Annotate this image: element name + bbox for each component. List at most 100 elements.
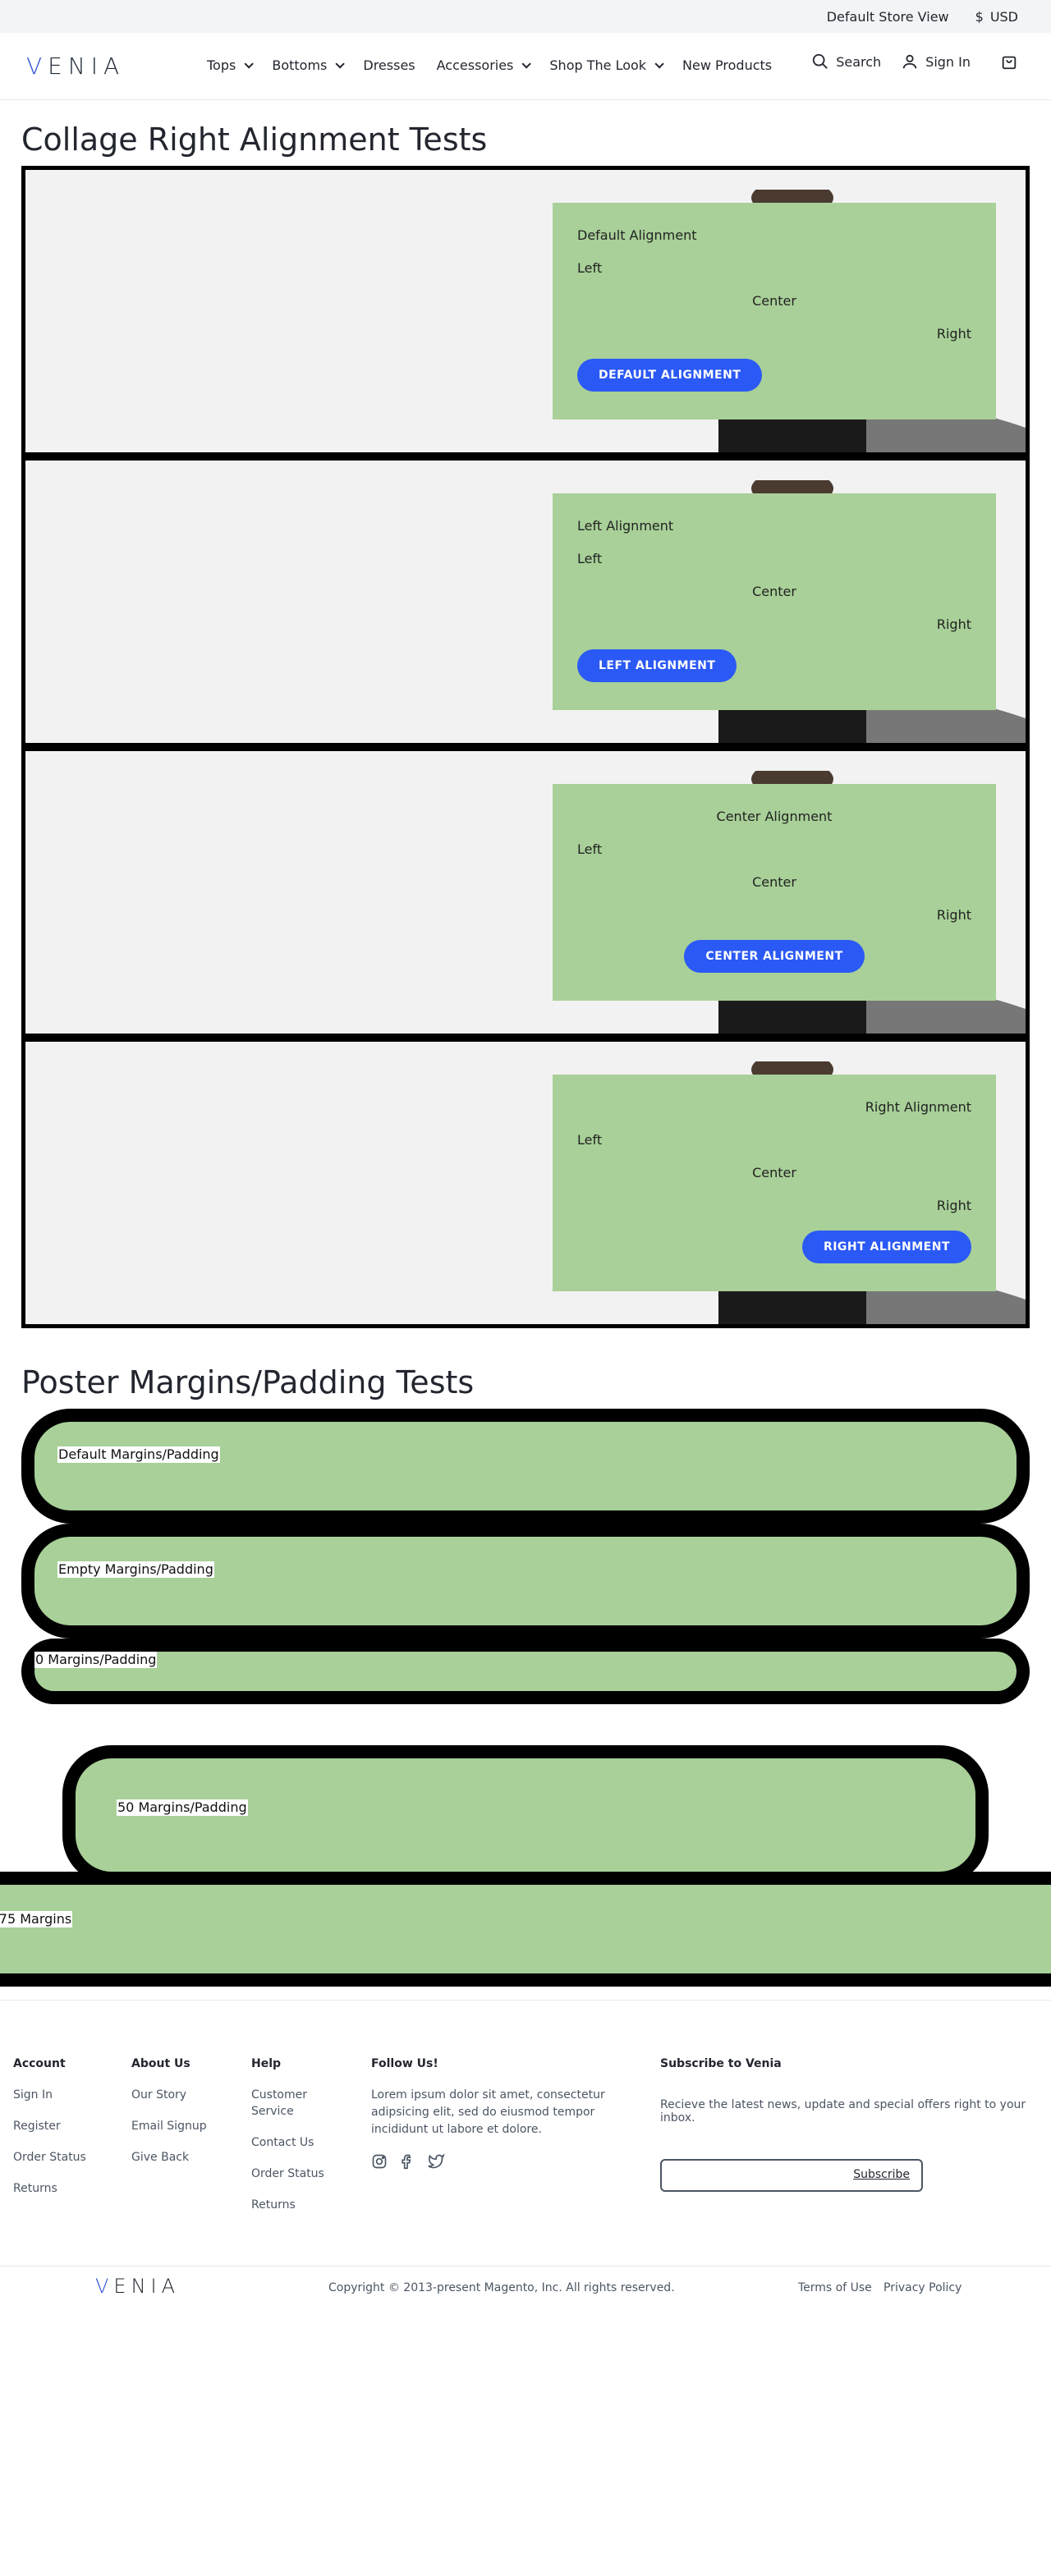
copyright-text: Copyright © 2013-present Magento, Inc. A… [328, 2281, 675, 2294]
search-button[interactable]: Search [811, 53, 881, 71]
footer-link[interactable]: Give Back [131, 2149, 207, 2166]
footer-subscribe: Subscribe to Venia Recieve the latest ne… [660, 2057, 1051, 2192]
nav-item-dresses[interactable]: Dresses [363, 57, 415, 73]
instagram-icon[interactable] [371, 2153, 388, 2173]
footer-link[interactable]: Register [13, 2118, 86, 2134]
header-actions: Search Sign In [792, 53, 1018, 71]
cart-icon [1000, 53, 1018, 71]
left-text: Left [577, 1132, 603, 1148]
right-text: Right [936, 907, 971, 923]
main-nav: Tops Bottoms Dresses Accessories Shop Th… [207, 57, 793, 73]
nav-label: New Products [682, 57, 773, 73]
currency-switcher[interactable]: $ USD [975, 9, 1018, 25]
store-switcher[interactable]: Default Store View [827, 9, 949, 25]
collage-overlay: Left Alignment Left Center Right LEFT AL… [553, 493, 996, 710]
center-alignment-button[interactable]: CENTER ALIGNMENT [684, 940, 865, 973]
center-text: Center [752, 584, 796, 599]
site-footer [0, 2000, 1051, 2001]
nav-item-bottoms[interactable]: Bottoms [272, 57, 346, 73]
collage-block: Default Alignment Left Center Right DEFA… [21, 166, 1030, 456]
nav-item-shop-the-look[interactable]: Shop The Look [549, 57, 664, 73]
footer-link[interactable]: Returns [251, 2197, 342, 2213]
subscribe-button[interactable]: Subscribe [853, 2168, 910, 2181]
chevron-down-icon [654, 58, 664, 69]
user-icon [901, 53, 919, 71]
nav-label: Dresses [363, 57, 415, 73]
right-text: Right [936, 326, 971, 341]
collage-block: Right Alignment Left Center Right RIGHT … [21, 1038, 1030, 1328]
venia-logo[interactable]: VENIA [26, 53, 125, 80]
chevron-down-icon [335, 58, 346, 69]
footer-link[interactable]: Contact Us [251, 2134, 342, 2151]
poster-empty [21, 1524, 1030, 1639]
collage-title: Right Alignment [865, 1099, 971, 1115]
footer-heading: Follow Us! [371, 2057, 438, 2070]
collage-section-title: Collage Right Alignment Tests [21, 121, 488, 158]
left-text: Left [577, 551, 603, 566]
right-text: Right [936, 1198, 971, 1213]
chevron-down-icon [521, 58, 532, 69]
facebook-icon[interactable] [399, 2153, 415, 2173]
nav-item-tops[interactable]: Tops [207, 57, 255, 73]
footer-help: Help Customer Service Contact Us Order S… [251, 2057, 342, 2228]
footer-link[interactable]: Customer Service [251, 2087, 342, 2120]
search-icon [811, 53, 829, 71]
poster-label: Empty Margins/Padding [57, 1561, 214, 1578]
cart-button[interactable] [1000, 53, 1018, 71]
nav-label: Accessories [436, 57, 514, 73]
currency-symbol: $ [975, 8, 984, 25]
sign-in-label: Sign In [925, 53, 971, 70]
poster-label: Default Margins/Padding [57, 1446, 220, 1463]
footer-heading: Help [251, 2057, 282, 2070]
privacy-link[interactable]: Privacy Policy [883, 2281, 962, 2294]
nav-item-new-products[interactable]: New Products [682, 57, 772, 73]
sign-in-button[interactable]: Sign In [901, 53, 971, 71]
left-text: Left [577, 260, 603, 276]
follow-text: Lorem ipsum dolor sit amet, consectetur … [371, 2088, 605, 2136]
collage-overlay: Default Alignment Left Center Right DEFA… [553, 203, 996, 419]
collage-title: Left Alignment [577, 518, 674, 534]
footer-follow: Follow Us! Lorem ipsum dolor sit amet, c… [371, 2057, 609, 2173]
poster-default [21, 1409, 1030, 1524]
subscribe-email-field[interactable]: Subscribe [660, 2159, 923, 2192]
footer-bottom-bar: VENIA Copyright © 2013-present Magento, … [0, 2266, 1051, 2313]
center-text: Center [752, 1165, 796, 1180]
default-alignment-button[interactable]: DEFAULT ALIGNMENT [577, 359, 763, 392]
footer-account: Account Sign In Register Order Status Re… [13, 2057, 86, 2212]
site-header: VENIA Tops Bottoms Dresses Accessories S… [0, 33, 1051, 100]
collage-block: Left Alignment Left Center Right LEFT AL… [21, 456, 1030, 747]
chevron-down-icon [244, 58, 255, 69]
footer-heading: Subscribe to Venia [660, 2057, 782, 2070]
right-text: Right [936, 616, 971, 632]
poster-label: 0 Margins/Padding [34, 1652, 158, 1668]
terms-link[interactable]: Terms of Use [798, 2281, 872, 2294]
collage-title: Default Alignment [577, 227, 697, 243]
footer-heading: About Us [131, 2057, 190, 2070]
collage-title: Center Alignment [716, 809, 833, 824]
poster-label: -75 Margins [0, 1911, 73, 1927]
collage-overlay: Center Alignment Left Center Right CENTE… [553, 784, 996, 1001]
center-text: Center [752, 874, 796, 890]
footer-venia-logo[interactable]: VENIA [95, 2275, 180, 2298]
left-text: Left [577, 841, 603, 857]
footer-link[interactable]: Our Story [131, 2087, 207, 2103]
poster-zero [21, 1639, 1030, 1704]
twitter-icon[interactable] [427, 2153, 445, 2173]
footer-link[interactable]: Order Status [251, 2166, 342, 2182]
footer-link[interactable]: Sign In [13, 2087, 86, 2103]
poster-section-title: Poster Margins/Padding Tests [21, 1364, 475, 1400]
top-bar: Default Store View $ USD [0, 0, 1051, 33]
footer-link[interactable]: Order Status [13, 2149, 86, 2166]
collage-block: Center Alignment Left Center Right CENTE… [21, 747, 1030, 1038]
left-alignment-button[interactable]: LEFT ALIGNMENT [577, 649, 737, 682]
collage-overlay: Right Alignment Left Center Right RIGHT … [553, 1075, 996, 1291]
footer-link[interactable]: Email Signup [131, 2118, 207, 2134]
social-links [371, 2153, 609, 2173]
nav-item-accessories[interactable]: Accessories [436, 57, 532, 73]
footer-heading: Account [13, 2057, 66, 2070]
right-alignment-button[interactable]: RIGHT ALIGNMENT [801, 1231, 971, 1263]
footer-link[interactable]: Returns [13, 2180, 86, 2197]
subscribe-text: Recieve the latest news, update and spec… [660, 2098, 1026, 2125]
currency-code: USD [989, 8, 1018, 25]
poster-negative [0, 1872, 1051, 1987]
